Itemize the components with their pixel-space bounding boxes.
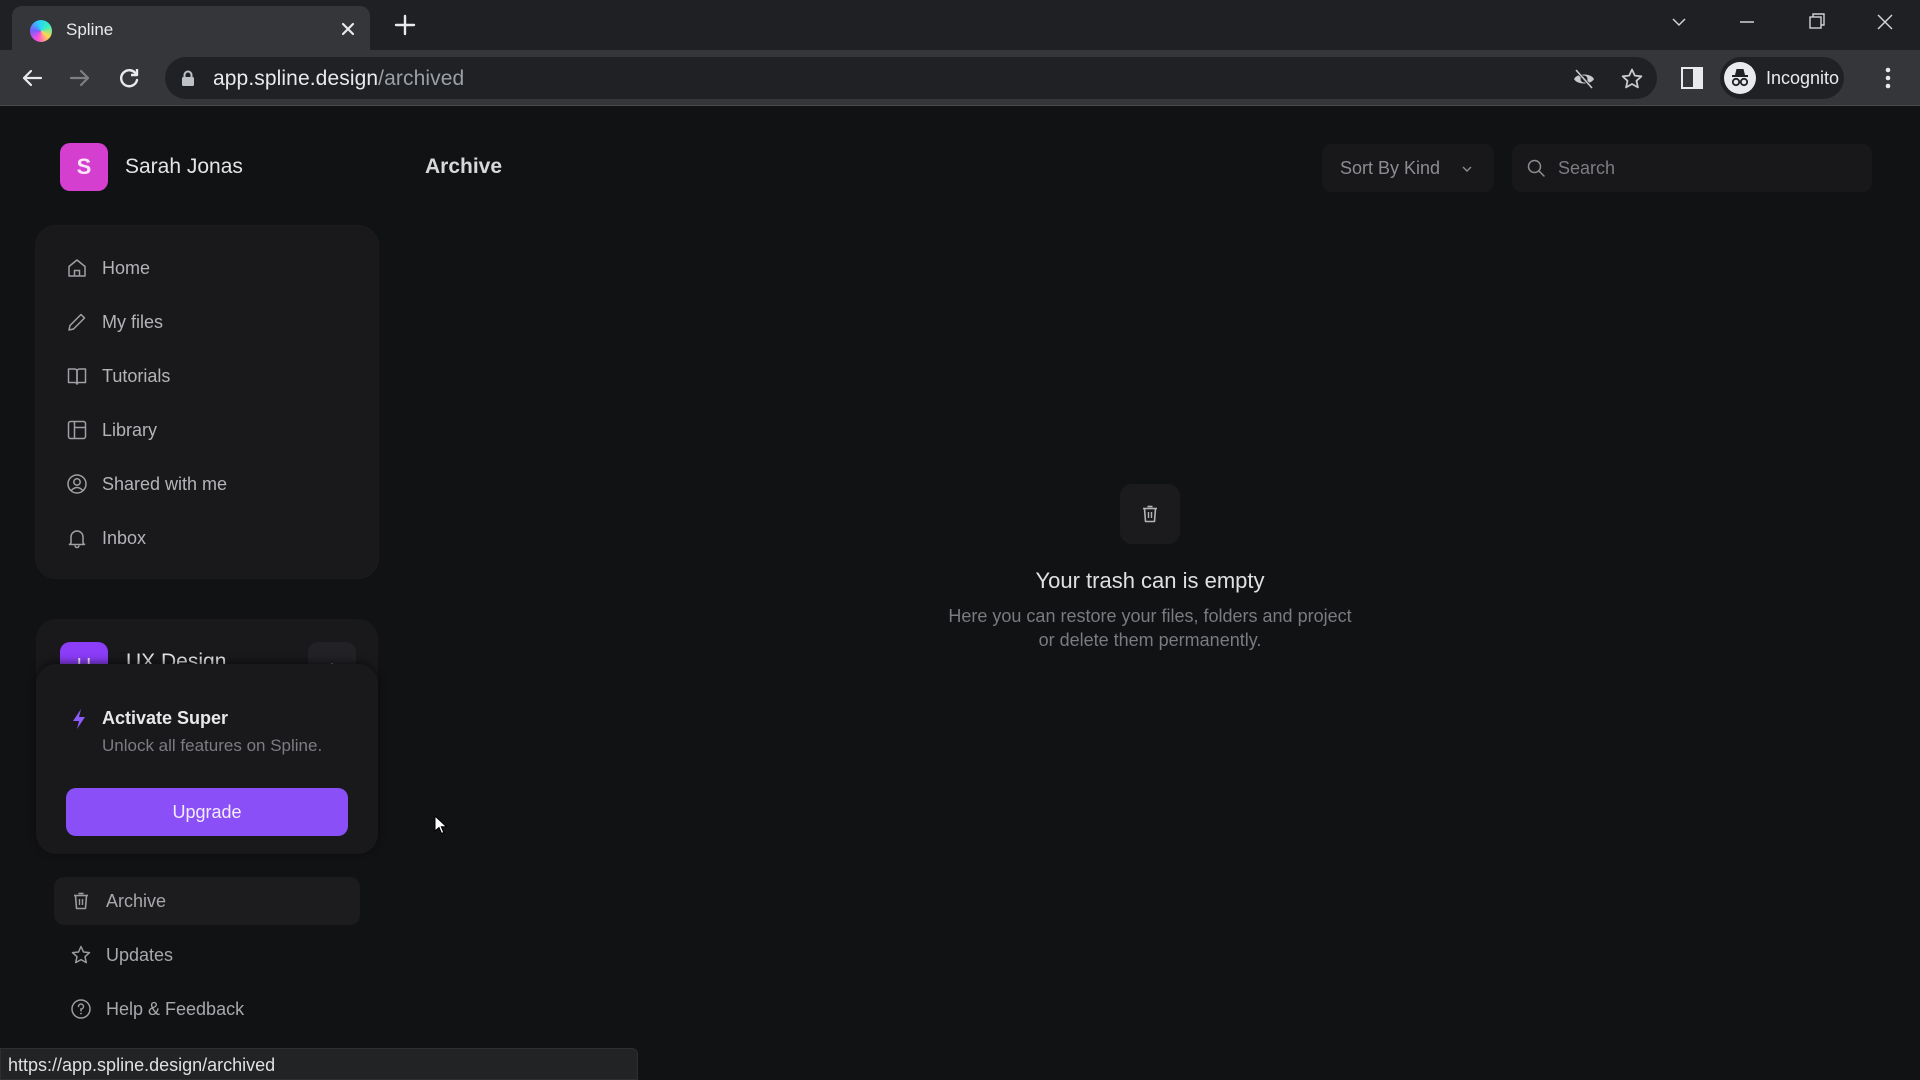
empty-state-title: Your trash can is empty bbox=[1035, 568, 1265, 593]
upgrade-subtitle: Unlock all features on Spline. bbox=[102, 736, 323, 755]
browser-tab[interactable]: Spline bbox=[12, 6, 370, 50]
pencil-icon bbox=[66, 311, 88, 333]
sidebar-item-label: My files bbox=[102, 311, 164, 332]
sidebar-item-label: Shared with me bbox=[102, 473, 228, 494]
sidebar-nav: Home My files Tutorials Library Shared w… bbox=[36, 226, 378, 578]
browser-toolbar: app.spline.design/archived Incognito bbox=[0, 50, 1920, 106]
sidebar-item-label: Inbox bbox=[102, 527, 147, 548]
close-window-icon[interactable] bbox=[1868, 8, 1902, 36]
page-title: Archive bbox=[425, 155, 503, 178]
layout-icon bbox=[66, 419, 88, 441]
spline-logo-icon bbox=[30, 20, 52, 42]
close-tab-icon[interactable] bbox=[337, 18, 359, 40]
url-text: app.spline.design/archived bbox=[213, 67, 465, 90]
sort-selected-value: Sort By Kind bbox=[1340, 157, 1441, 178]
lock-icon bbox=[181, 70, 195, 86]
chevron-down-icon bbox=[1460, 162, 1474, 176]
sidebar-item-label: Tutorials bbox=[102, 365, 171, 386]
address-bar[interactable]: app.spline.design/archived bbox=[165, 57, 1657, 99]
search-box bbox=[1512, 144, 1872, 192]
sidebar-item-my-files[interactable]: My files bbox=[66, 302, 356, 342]
search-icon bbox=[1526, 158, 1546, 178]
upgrade-card: Activate Super Unlock all features on Sp… bbox=[36, 664, 378, 854]
side-panel-icon[interactable] bbox=[1680, 66, 1704, 90]
upgrade-title: Activate Super bbox=[102, 708, 229, 728]
trash-icon bbox=[1143, 505, 1157, 523]
minimize-icon[interactable] bbox=[1730, 8, 1764, 36]
empty-state-line-1: Here you can restore your files, folders… bbox=[948, 606, 1352, 626]
empty-state: Your trash can is empty Here you can res… bbox=[900, 484, 1400, 652]
reload-icon[interactable] bbox=[114, 63, 144, 93]
user-avatar: S bbox=[60, 143, 108, 191]
browser-status-bar: https://app.spline.design/archived bbox=[0, 1048, 638, 1080]
status-url: https://app.spline.design/archived bbox=[8, 1055, 276, 1075]
new-tab-button[interactable] bbox=[392, 12, 418, 38]
bookmark-star-icon[interactable] bbox=[1620, 67, 1644, 91]
sidebar-item-label: Updates bbox=[106, 944, 174, 965]
home-icon bbox=[66, 257, 88, 279]
tab-search-chevron-icon[interactable] bbox=[1662, 8, 1696, 36]
sidebar-item-archive[interactable]: Archive bbox=[54, 877, 360, 925]
more-menu-icon[interactable] bbox=[1876, 64, 1900, 92]
spline-app: S Sarah Jonas Home My files Tutorials Li… bbox=[0, 107, 1920, 1080]
browser-tab-bar: Spline bbox=[0, 0, 1920, 50]
back-icon[interactable] bbox=[17, 63, 47, 93]
sidebar-item-label: Library bbox=[102, 419, 158, 440]
bell-icon bbox=[66, 527, 88, 549]
star-icon bbox=[70, 944, 92, 966]
eye-off-icon[interactable] bbox=[1572, 67, 1596, 91]
help-circle-icon bbox=[70, 998, 92, 1020]
sidebar-item-home[interactable]: Home bbox=[66, 248, 356, 288]
forward-icon[interactable] bbox=[65, 63, 95, 93]
sidebar-item-label: Home bbox=[102, 257, 151, 278]
user-profile[interactable]: S Sarah Jonas bbox=[60, 143, 243, 191]
user-name: Sarah Jonas bbox=[125, 155, 243, 178]
sidebar-item-tutorials[interactable]: Tutorials bbox=[66, 356, 356, 396]
empty-state-line-2: or delete them permanently. bbox=[1038, 630, 1262, 650]
empty-state-icon-box bbox=[1120, 484, 1180, 544]
sidebar-item-library[interactable]: Library bbox=[66, 410, 356, 450]
sidebar-item-label: Help & Feedback bbox=[106, 998, 245, 1019]
lightning-icon bbox=[70, 708, 88, 730]
incognito-profile-button[interactable]: Incognito bbox=[1720, 57, 1844, 99]
incognito-icon bbox=[1724, 62, 1756, 94]
restore-icon[interactable] bbox=[1799, 8, 1833, 36]
upgrade-button[interactable]: Upgrade bbox=[66, 788, 348, 836]
empty-state-description: Here you can restore your files, folders… bbox=[900, 604, 1400, 652]
book-icon bbox=[66, 365, 88, 387]
sidebar-item-inbox[interactable]: Inbox bbox=[66, 518, 356, 558]
mouse-cursor-icon bbox=[434, 815, 448, 835]
sidebar-item-shared-with-me[interactable]: Shared with me bbox=[66, 464, 356, 504]
trash-icon bbox=[70, 890, 92, 912]
sidebar-item-label: Archive bbox=[106, 890, 167, 911]
sidebar-item-updates[interactable]: Updates bbox=[54, 931, 360, 979]
sort-dropdown[interactable]: Sort By Kind bbox=[1322, 144, 1494, 192]
sidebar-item-help-feedback[interactable]: Help & Feedback bbox=[54, 985, 360, 1033]
user-circle-icon bbox=[66, 473, 88, 495]
tab-title: Spline bbox=[66, 20, 114, 39]
profile-label: Incognito bbox=[1766, 68, 1840, 88]
search-input[interactable] bbox=[1558, 144, 1858, 192]
